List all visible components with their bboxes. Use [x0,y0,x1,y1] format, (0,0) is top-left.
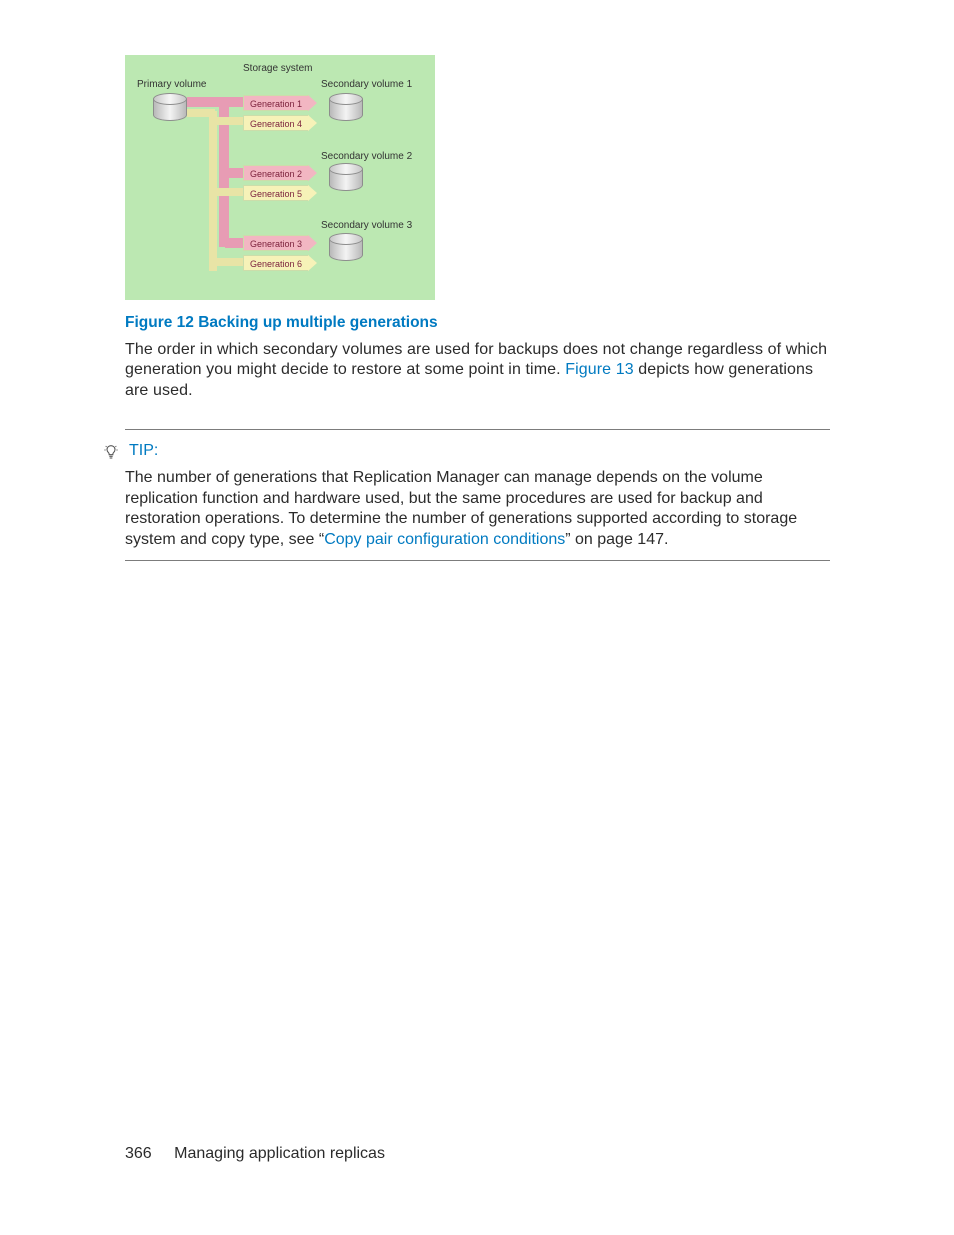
separator-top [125,429,830,430]
separator-bottom [125,560,830,561]
label-secondary-1: Secondary volume 1 [321,79,412,90]
link-figure-13[interactable]: Figure 13 [565,361,634,378]
link-copy-pair-config[interactable]: Copy pair configuration conditions [324,531,565,548]
cylinder-secondary-1 [329,93,363,121]
tip-label: TIP: [129,442,158,460]
arrow-generation-4: Generation 4 [243,115,309,131]
arrow-generation-3: Generation 3 [243,235,309,251]
arrow-generation-6: Generation 6 [243,255,309,271]
figure-caption: Figure 12 Backing up multiple generation… [125,314,830,332]
cylinder-secondary-3 [329,233,363,261]
section-title: Managing application replicas [174,1145,385,1162]
page-number: 366 [125,1145,152,1162]
label-primary-volume: Primary volume [137,79,206,90]
arrow-generation-2: Generation 2 [243,165,309,181]
tip-body: The number of generations that Replicati… [125,468,830,550]
page-footer: 366 Managing application replicas [125,1145,385,1163]
paragraph-main: The order in which secondary volumes are… [125,340,830,401]
label-storage-system: Storage system [243,63,312,74]
figure-diagram: Storage system Primary volume Secondary … [125,55,435,300]
label-secondary-2: Secondary volume 2 [321,151,412,162]
arrow-generation-5: Generation 5 [243,185,309,201]
lightbulb-icon [103,444,119,460]
arrow-generation-1: Generation 1 [243,95,309,111]
cylinder-secondary-2 [329,163,363,191]
tip-text-after: ” on page 147. [565,531,668,548]
label-secondary-3: Secondary volume 3 [321,220,412,231]
page-content: Storage system Primary volume Secondary … [125,55,830,561]
cylinder-primary [153,93,187,121]
tip-header-row: TIP: [103,442,830,460]
